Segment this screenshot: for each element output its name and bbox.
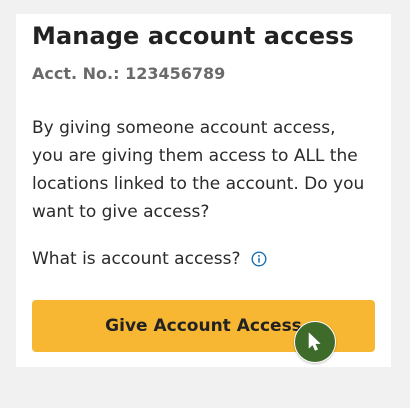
what-is-access-row: What is account access?	[32, 249, 267, 269]
access-description: By giving someone account access, you ar…	[32, 118, 365, 222]
account-number: Acct. No.: 123456789	[32, 64, 226, 83]
what-is-access-label: What is account access?	[32, 249, 241, 269]
account-access-card: Manage account access Acct. No.: 1234567…	[16, 14, 391, 367]
info-icon[interactable]	[250, 251, 267, 267]
pointer-cursor-icon	[294, 321, 336, 363]
give-account-access-label: Give Account Access	[105, 316, 302, 336]
page-title: Manage account access	[32, 22, 354, 50]
